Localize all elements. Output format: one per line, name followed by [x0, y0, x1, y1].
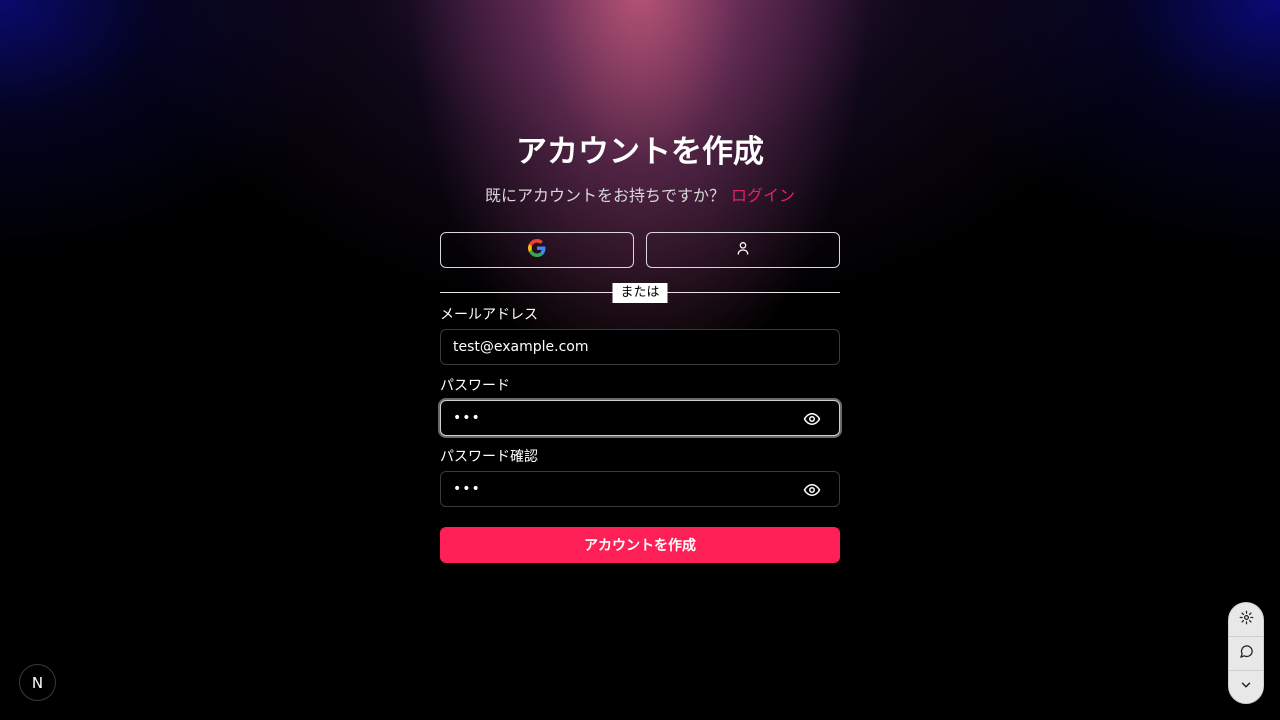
password-confirm-input[interactable]: ••• — [440, 471, 840, 507]
show-password-confirm-eye-icon[interactable] — [803, 481, 821, 499]
or-divider: または — [440, 282, 840, 304]
login-prompt: 既にアカウントをお持ちですか？ ログイン — [440, 184, 840, 208]
password-value: ••• — [453, 410, 481, 426]
login-prompt-text: 既にアカウントをお持ちですか？ — [484, 186, 725, 205]
email-input-box — [440, 329, 840, 365]
settings-button[interactable] — [1228, 603, 1264, 636]
form-fields: メールアドレス パスワード ••• パスワード確認 ••• — [440, 304, 840, 507]
email-input[interactable] — [441, 330, 839, 364]
email-field-group: メールアドレス — [440, 304, 840, 365]
chat-button[interactable] — [1228, 636, 1264, 669]
divider-label: または — [612, 283, 668, 303]
collapse-button[interactable] — [1228, 669, 1264, 703]
guest-signin-button[interactable] — [646, 232, 840, 268]
password-confirm-label: パスワード確認 — [440, 449, 538, 465]
gear-icon — [1239, 610, 1254, 629]
person-icon — [735, 240, 751, 260]
create-account-button[interactable]: アカウントを作成 — [440, 527, 840, 563]
google-signin-button[interactable] — [440, 232, 634, 268]
show-password-eye-icon[interactable] — [803, 410, 821, 428]
social-login-row — [440, 232, 840, 268]
password-field-group: パスワード ••• — [440, 375, 840, 436]
login-link[interactable]: ログイン — [731, 186, 795, 205]
password-confirm-value: ••• — [453, 481, 481, 497]
chat-bubble-icon — [1239, 644, 1254, 663]
nextjs-dev-badge[interactable]: N — [19, 664, 56, 701]
signup-form: アカウントを作成 既にアカウントをお持ちですか？ ログイン または メールアドレ… — [440, 128, 840, 563]
email-label: メールアドレス — [440, 307, 538, 323]
page-title: アカウントを作成 — [516, 134, 764, 170]
password-confirm-field-group: パスワード確認 ••• — [440, 446, 840, 507]
password-label: パスワード — [440, 378, 510, 394]
google-icon — [528, 239, 546, 261]
nextjs-logo-icon: N — [31, 673, 44, 692]
password-input[interactable]: ••• — [440, 400, 840, 436]
floating-tool-dock — [1228, 602, 1264, 704]
chevron-down-icon — [1239, 677, 1253, 696]
